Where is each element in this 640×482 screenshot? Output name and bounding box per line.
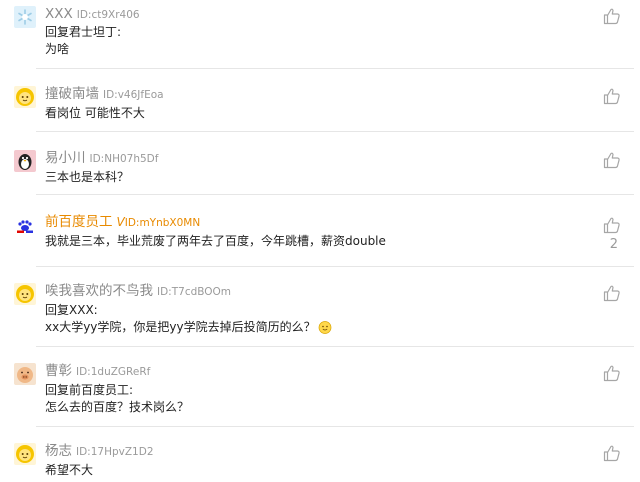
comment-body: 看岗位 可能性不大 [45, 105, 580, 122]
comment-item: 唉我喜欢的不鸟我 ID:T7cdBOOm 回复XXX: xx大学yy学院，你是把y… [0, 267, 640, 347]
comment-text-line: 怎么去的百度？技术岗么？ [45, 400, 190, 414]
username[interactable]: 唉我喜欢的不鸟我 [45, 283, 153, 299]
thumbs-up-icon[interactable] [602, 86, 622, 106]
comment-item: 曹彰 ID:1duZGReRf 回复前百度员工: 怎么去的百度？技术岗么？ [0, 347, 640, 427]
comment-header: 前百度员工 VID:mYnbX0MN [45, 212, 200, 232]
comment-text-line: 回复君士坦丁: [45, 25, 122, 39]
comment-header: 曹彰 ID:1duZGReRf [45, 361, 150, 381]
pig-avatar[interactable] [14, 363, 36, 385]
comment-body: 我就是三本，毕业荒废了两年去了百度，今年跳槽，薪资double [45, 233, 580, 250]
username[interactable]: 易小川 [45, 150, 86, 166]
comment-body: 回复XXX: xx大学yy学院，你是把yy学院去掉后投简历的么？ [45, 302, 580, 336]
comment-text-line: 看岗位 可能性不大 [45, 106, 145, 120]
user-id: ID:T7cdBOOm [157, 286, 232, 298]
thumbs-up-icon[interactable] [602, 443, 622, 463]
smile-emoji-icon [318, 320, 332, 334]
comment-item: 撞破南墙 ID:v46JfEoa 看岗位 可能性不大 [0, 69, 640, 132]
yellow-face-avatar[interactable] [14, 283, 36, 305]
thumbs-up-icon[interactable] [602, 215, 622, 235]
comment-text-line: 为啥 [45, 42, 70, 56]
username[interactable]: 曹彰 [45, 363, 72, 379]
user-id: ID:ct9Xr406 [76, 9, 140, 21]
comment-text-line: xx大学yy学院，你是把yy学院去掉后投简历的么？ [45, 320, 316, 334]
user-id: ID:1duZGReRf [76, 366, 151, 378]
vip-badge: V [116, 215, 125, 229]
user-id: ID:17HpvZ1D2 [76, 446, 154, 458]
comment-item: 杨志 ID:17HpvZ1D2 希望不大 [0, 427, 640, 482]
like-count: 2 [609, 237, 618, 252]
username[interactable]: 杨志 [45, 443, 72, 459]
yellow-face-avatar[interactable] [14, 443, 36, 465]
comment-text-line: 我就是三本，毕业荒废了两年去了百度，今年跳槽，薪资double [45, 234, 386, 248]
username[interactable]: XXX [45, 6, 73, 22]
thumbs-up-icon[interactable] [602, 6, 622, 26]
comment-header: 易小川 ID:NH07h5Df [45, 148, 158, 168]
comment-body: 希望不大 [45, 462, 580, 479]
user-id: ID:v46JfEoa [103, 89, 164, 101]
yellow-face-avatar[interactable] [14, 86, 36, 108]
comment-header: 撞破南墙 ID:v46JfEoa [45, 84, 164, 104]
comment-text-line: 回复前百度员工: [45, 383, 134, 397]
username[interactable]: 撞破南墙 [45, 86, 99, 102]
comment-text-line: 回复XXX: [45, 303, 98, 317]
comment-item: 易小川 ID:NH07h5Df 三本也是本科？ [0, 132, 640, 195]
comment-text-line: 三本也是本科？ [45, 170, 130, 184]
thumbs-up-icon[interactable] [602, 150, 622, 170]
thumbs-up-icon[interactable] [602, 363, 622, 383]
comment-body: 三本也是本科？ [45, 169, 580, 186]
baidu-logo-avatar[interactable] [14, 215, 36, 237]
comment-item: XXX ID:ct9Xr406 回复君士坦丁: 为啥 [0, 0, 640, 69]
comment-header: XXX ID:ct9Xr406 [45, 4, 140, 24]
penguin-avatar[interactable] [14, 150, 36, 172]
comment-body: 回复君士坦丁: 为啥 [45, 24, 580, 58]
user-id: ID:NH07h5Df [89, 153, 159, 165]
comment-header: 杨志 ID:17HpvZ1D2 [45, 441, 154, 461]
comment-header: 唉我喜欢的不鸟我 ID:T7cdBOOm [45, 281, 231, 301]
user-id: ID:mYnbX0MN [124, 217, 201, 229]
comment-body: 回复前百度员工: 怎么去的百度？技术岗么？ [45, 382, 580, 416]
comment-text-line: 希望不大 [45, 463, 94, 477]
comment-item: 前百度员工 VID:mYnbX0MN 我就是三本，毕业荒废了两年去了百度，今年跳槽… [0, 195, 640, 267]
username[interactable]: 前百度员工 [45, 214, 113, 230]
snowflake-avatar[interactable] [14, 6, 36, 28]
thumbs-up-icon[interactable] [602, 283, 622, 303]
comment-list: XXX ID:ct9Xr406 回复君士坦丁: 为啥 撞破南墙 ID:v46JfEo… [0, 0, 640, 482]
